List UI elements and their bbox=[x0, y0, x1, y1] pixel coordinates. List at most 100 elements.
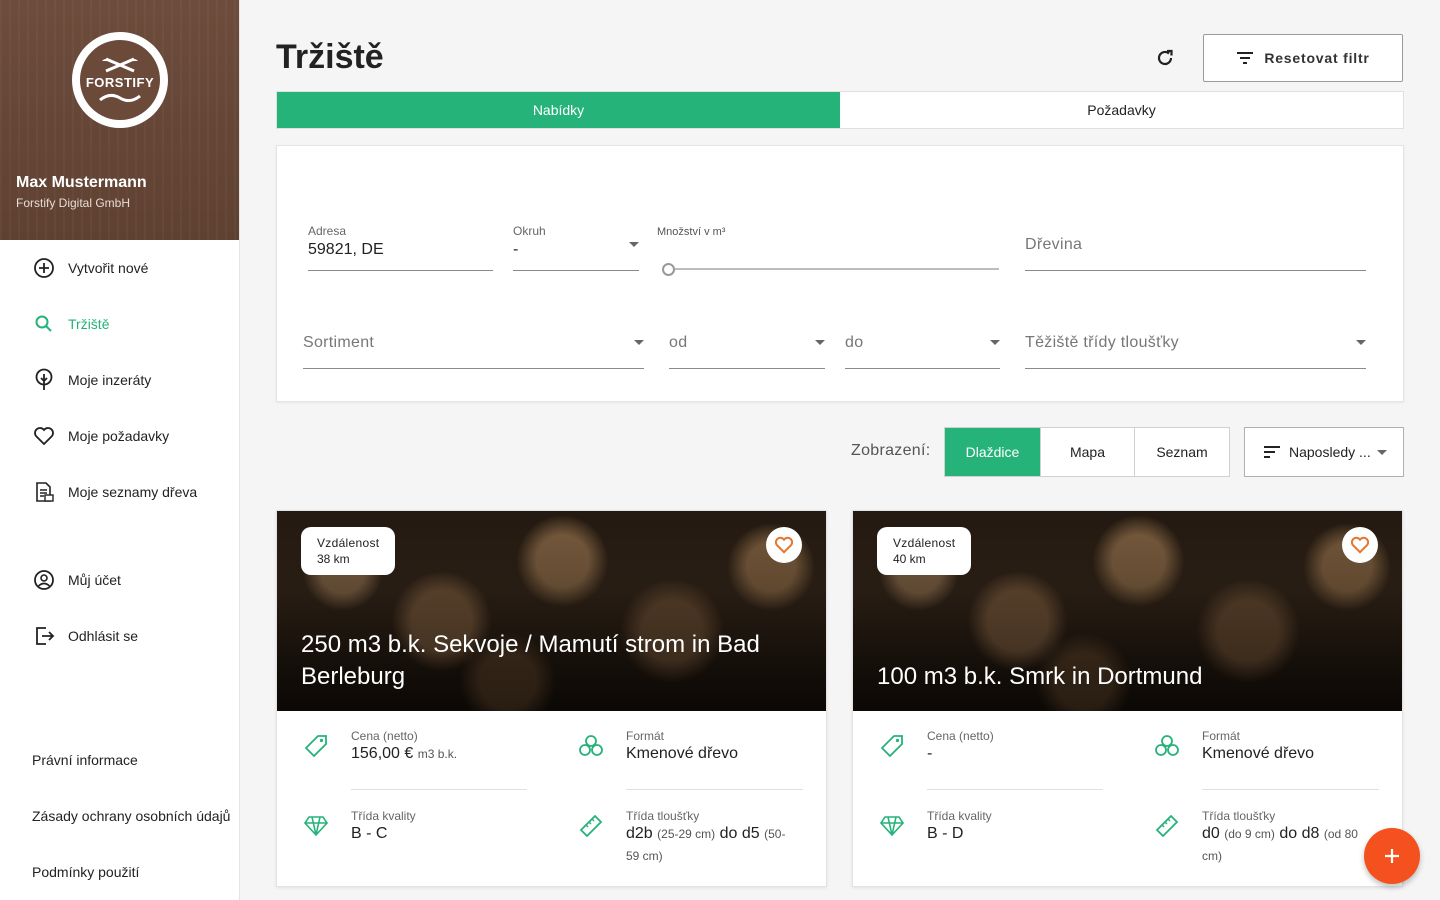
legal-link-terms[interactable]: Podmínky použití bbox=[0, 844, 240, 900]
chevron-down-icon bbox=[815, 340, 825, 345]
plus-circle-icon bbox=[32, 256, 56, 280]
view-tiles-button[interactable]: Dlaždice bbox=[945, 428, 1041, 476]
diamond-icon bbox=[879, 813, 905, 839]
assortment-placeholder: Sortiment bbox=[303, 334, 375, 351]
chevron-down-icon bbox=[1377, 450, 1387, 455]
distance-badge: Vzdálenost 40 km bbox=[877, 527, 972, 575]
diameter-from: d0 bbox=[1202, 825, 1220, 842]
logo-text: FORSTIFY bbox=[85, 74, 155, 90]
nav-item-label: Vytvořit nové bbox=[68, 260, 149, 276]
main-content: Tržiště Resetovat filtr Nabídky Požadavk… bbox=[241, 0, 1440, 900]
nav-item-label: Moje inzeráty bbox=[68, 372, 152, 388]
price-label: Cena (netto) bbox=[927, 729, 994, 743]
species-select[interactable]: Dřevina bbox=[1025, 224, 1366, 271]
diameter-to-range-cont: cm) bbox=[1202, 849, 1222, 863]
quantity-slider-handle[interactable] bbox=[662, 263, 675, 276]
nav-item-label: Moje seznamy dřeva bbox=[68, 484, 198, 500]
favorite-button[interactable] bbox=[766, 527, 802, 563]
logout-icon bbox=[32, 624, 56, 648]
card-title: 100 m3 b.k. Smrk in Dortmund bbox=[877, 663, 1203, 690]
diameter-separator: do bbox=[719, 825, 738, 842]
nav-item-logout[interactable]: Odhlásit se bbox=[0, 608, 240, 664]
legal-link-privacy[interactable]: Zásady ochrany osobních údajů bbox=[0, 788, 240, 844]
nav-item-create-new[interactable]: Vytvořit nové bbox=[0, 240, 240, 296]
to-placeholder: do bbox=[845, 334, 864, 351]
price-unit: m3 b.k. bbox=[417, 747, 458, 761]
nav-item-label: Moje požadavky bbox=[68, 428, 170, 444]
ruler-icon bbox=[1154, 813, 1180, 839]
format-label: Formát bbox=[1202, 729, 1241, 743]
diameter-separator: do bbox=[1279, 825, 1298, 842]
tab-offers[interactable]: Nabídky bbox=[277, 92, 840, 128]
diameter-to: d8 bbox=[1301, 825, 1320, 842]
diameter-to-select[interactable]: do bbox=[845, 322, 1000, 369]
listing-card[interactable]: Vzdálenost 38 km 250 m3 b.k. Sekvoje / M… bbox=[276, 510, 827, 887]
diameter-to-range: (od 80 bbox=[1323, 827, 1358, 841]
quality-value: B - C bbox=[351, 825, 388, 842]
nav-item-my-wood-lists[interactable]: Moje seznamy dřeva bbox=[0, 464, 240, 520]
page-title: Tržiště bbox=[276, 38, 384, 76]
logs-icon bbox=[578, 733, 604, 759]
diameter-to-range: (50- bbox=[764, 827, 786, 841]
tree-icon bbox=[32, 368, 56, 392]
address-field[interactable]: Adresa 59821, DE bbox=[308, 224, 493, 271]
plus-icon bbox=[1385, 849, 1399, 863]
reset-filter-label: Resetovat filtr bbox=[1264, 50, 1370, 66]
tab-requests[interactable]: Požadavky bbox=[840, 92, 1403, 128]
legal-link-legal-info[interactable]: Právní informace bbox=[0, 732, 240, 788]
quality-label: Třída kvality bbox=[351, 809, 416, 823]
logo-inner: FORSTIFY bbox=[78, 38, 162, 122]
user-company: Forstify Digital GmbH bbox=[16, 196, 131, 210]
radius-value: - bbox=[513, 241, 519, 258]
diameter-to: d5 bbox=[741, 825, 760, 842]
view-toggle: Dlaždice Mapa Seznam bbox=[944, 427, 1230, 477]
card-image: Vzdálenost 38 km 250 m3 b.k. Sekvoje / M… bbox=[277, 511, 826, 711]
nav-item-my-listings[interactable]: Moje inzeráty bbox=[0, 352, 240, 408]
divider bbox=[626, 789, 803, 790]
assortment-select[interactable]: Sortiment bbox=[303, 322, 644, 369]
price-tag-icon bbox=[303, 733, 329, 759]
favorite-button[interactable] bbox=[1342, 527, 1378, 563]
sort-icon bbox=[1263, 445, 1281, 459]
diameter-label: Třída tloušťky bbox=[1202, 809, 1276, 823]
secondary-nav: Můj účet Odhlásit se bbox=[0, 552, 240, 664]
filter-panel: Adresa 59821, DE Okruh - Množství v m³ D… bbox=[276, 145, 1404, 402]
nav-item-marketplace[interactable]: Tržiště bbox=[0, 296, 240, 352]
diameter-class-select[interactable]: Těžiště třídy tloušťky bbox=[1025, 322, 1366, 369]
refresh-icon bbox=[1157, 49, 1173, 66]
account-icon bbox=[32, 568, 56, 592]
heart-icon bbox=[32, 424, 56, 448]
diameter-class-placeholder: Těžiště třídy tloušťky bbox=[1025, 334, 1179, 351]
legal-links: Právní informace Zásady ochrany osobních… bbox=[0, 732, 240, 900]
distance-label: Vzdálenost bbox=[893, 536, 956, 550]
listing-card[interactable]: Vzdálenost 40 km 100 m3 b.k. Smrk in Dor… bbox=[852, 510, 1403, 887]
ruler-icon bbox=[578, 813, 604, 839]
sort-select[interactable]: Naposledy ... bbox=[1244, 427, 1404, 477]
forest-waves-icon bbox=[99, 93, 141, 102]
distance-value: 40 km bbox=[893, 552, 926, 566]
reset-filter-button[interactable]: Resetovat filtr bbox=[1203, 34, 1403, 82]
sidebar-header: FORSTIFY Max Mustermann Forstify Digital… bbox=[0, 0, 239, 240]
refresh-button[interactable] bbox=[1151, 44, 1179, 72]
nav-item-my-account[interactable]: Můj účet bbox=[0, 552, 240, 608]
quantity-slider-track[interactable] bbox=[668, 268, 999, 270]
logs-icon bbox=[1154, 733, 1180, 759]
address-label: Adresa bbox=[308, 224, 347, 238]
price-amount: - bbox=[927, 745, 933, 762]
diameter-from-select[interactable]: od bbox=[669, 322, 825, 369]
from-placeholder: od bbox=[669, 334, 688, 351]
add-listing-fab[interactable] bbox=[1364, 828, 1420, 884]
address-value: 59821, DE bbox=[308, 241, 384, 258]
radius-select[interactable]: Okruh - bbox=[513, 224, 639, 271]
forstify-logo[interactable]: FORSTIFY bbox=[72, 32, 168, 128]
heart-icon bbox=[1350, 536, 1370, 554]
user-name: Max Mustermann bbox=[16, 174, 147, 191]
distance-label: Vzdálenost bbox=[317, 536, 380, 550]
price-amount: 156,00 € bbox=[351, 745, 414, 762]
view-list-button[interactable]: Seznam bbox=[1135, 428, 1229, 476]
nav-item-my-requests[interactable]: Moje požadavky bbox=[0, 408, 240, 464]
document-list-icon bbox=[32, 480, 56, 504]
chevron-down-icon bbox=[629, 242, 639, 247]
view-map-button[interactable]: Mapa bbox=[1041, 428, 1135, 476]
price-value: 156,00 € m3 b.k. bbox=[351, 745, 457, 763]
